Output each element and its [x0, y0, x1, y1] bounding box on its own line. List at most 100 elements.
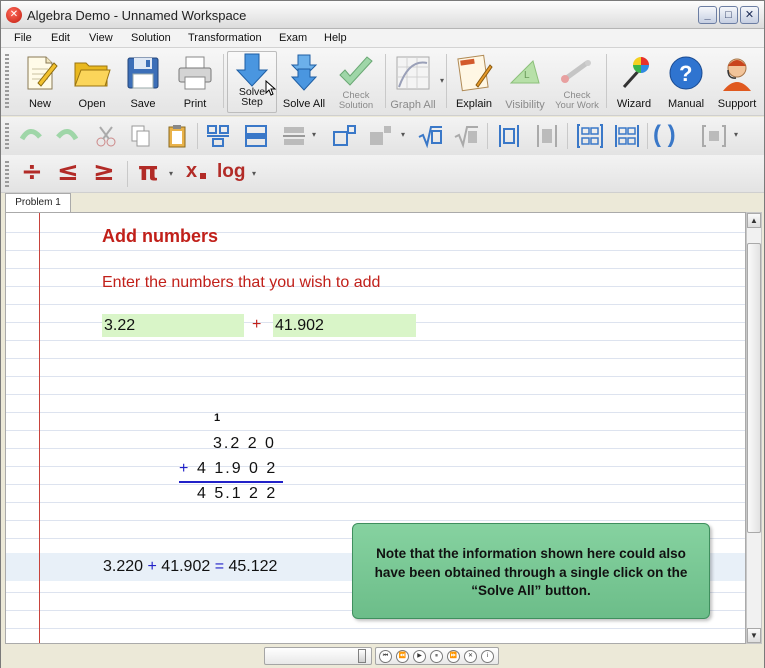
check-work-label-1: Check: [563, 90, 591, 101]
print-button[interactable]: Print: [172, 51, 218, 113]
matrix-icon[interactable]: [577, 123, 603, 149]
check-solution-button[interactable]: Check Solution: [332, 51, 380, 113]
minimize-button[interactable]: _: [698, 6, 717, 24]
parentheses-button[interactable]: ( ): [653, 121, 676, 149]
help-question-icon: ?: [669, 56, 703, 90]
scroll-thumb[interactable]: [747, 243, 761, 533]
power-icon[interactable]: [331, 123, 357, 149]
toolbar-grip[interactable]: [5, 161, 9, 187]
determinant-icon[interactable]: [614, 123, 640, 149]
graph-dropdown-icon[interactable]: ▾: [440, 76, 444, 85]
step-slider[interactable]: [264, 647, 372, 665]
explain-label: Explain: [455, 98, 493, 110]
toolbar-separator: [567, 123, 568, 149]
toolbar-separator: [647, 123, 648, 149]
result-plus: +: [147, 558, 157, 575]
scroll-down-button[interactable]: ▼: [747, 628, 761, 643]
graph-all-button[interactable]: Graph All ▾: [388, 51, 444, 113]
explain-document-icon: [457, 54, 493, 92]
menu-help[interactable]: Help: [324, 32, 347, 44]
check-work-label-2: Your Work: [555, 100, 599, 111]
vertical-scrollbar[interactable]: ▲ ▼: [746, 212, 762, 644]
dropdown-icon[interactable]: ▾: [312, 130, 316, 139]
second-number-input[interactable]: 41.902: [273, 314, 416, 337]
menu-solution[interactable]: Solution: [131, 32, 171, 44]
step-slider-thumb[interactable]: [358, 649, 366, 663]
menu-exam[interactable]: Exam: [279, 32, 307, 44]
main-toolbar: New Open Save Print Solve Step Solve All…: [1, 48, 764, 116]
log-button[interactable]: log: [217, 161, 246, 183]
double-down-arrow-icon: [290, 54, 318, 91]
support-button[interactable]: Support: [713, 51, 761, 113]
explain-button[interactable]: Explain: [450, 51, 498, 113]
mouse-cursor-icon: [265, 80, 277, 96]
menu-file[interactable]: File: [14, 32, 32, 44]
close-button[interactable]: ✕: [740, 6, 759, 24]
menu-transformation[interactable]: Transformation: [188, 32, 262, 44]
first-step-icon[interactable]: ⏮: [379, 650, 392, 663]
divide-button[interactable]: ÷: [21, 157, 43, 187]
pi-button[interactable]: π: [138, 157, 159, 187]
redo-icon[interactable]: [54, 123, 80, 149]
division-layout-icon[interactable]: [281, 123, 307, 149]
toolbar-separator: [446, 54, 447, 108]
absolute-value-disabled-icon[interactable]: [534, 123, 560, 149]
scroll-up-button[interactable]: ▲: [747, 213, 761, 228]
previous-step-icon[interactable]: ⏪: [396, 650, 409, 663]
copy-icon[interactable]: [128, 123, 154, 149]
visibility-label: Visibility: [505, 99, 545, 111]
maximize-icon: □: [725, 9, 732, 21]
graph-icon: [396, 56, 430, 90]
new-label: New: [28, 98, 51, 110]
cut-icon[interactable]: [94, 123, 120, 149]
stacked-fraction-icon[interactable]: [243, 123, 269, 149]
play-icon[interactable]: ▶: [413, 650, 426, 663]
dropdown-icon[interactable]: ▾: [401, 130, 405, 139]
check-your-work-button[interactable]: Check Your Work: [552, 51, 602, 113]
solve-step-button[interactable]: Solve Step: [227, 51, 277, 113]
toolbar-separator: [197, 123, 198, 149]
solve-all-button[interactable]: Solve All: [280, 51, 328, 113]
stop-icon[interactable]: ✕: [464, 650, 477, 663]
fraction-icon[interactable]: [205, 123, 231, 149]
open-button[interactable]: Open: [69, 51, 115, 113]
subscript-x-button[interactable]: x: [186, 160, 197, 183]
tab-problem-1[interactable]: Problem 1: [5, 193, 71, 213]
less-equal-button[interactable]: ≤: [57, 157, 79, 187]
new-button[interactable]: New: [17, 51, 63, 113]
save-label: Save: [130, 98, 156, 110]
maximize-button[interactable]: □: [719, 6, 738, 24]
pause-icon[interactable]: ⏸: [430, 650, 443, 663]
solve-all-label: Solve All: [282, 98, 326, 110]
undo-icon[interactable]: [18, 123, 44, 149]
result-sum: 45.122: [228, 558, 278, 575]
dropdown-icon[interactable]: ▾: [734, 130, 738, 139]
dropdown-icon[interactable]: ▾: [169, 169, 173, 178]
nth-root-icon[interactable]: [453, 123, 479, 149]
check-solution-label-2: Solution: [338, 100, 374, 111]
tab-strip: Problem 1: [1, 193, 764, 213]
manual-button[interactable]: ? Manual: [662, 51, 710, 113]
bracket-icon[interactable]: [701, 123, 727, 149]
dropdown-icon[interactable]: ▾: [252, 169, 256, 178]
app-icon[interactable]: ✕: [6, 7, 22, 23]
square-root-icon[interactable]: [417, 123, 443, 149]
solve-step-label-2: Step: [241, 96, 263, 108]
paste-icon[interactable]: [164, 123, 190, 149]
toolbar-separator: [385, 54, 386, 108]
menu-edit[interactable]: Edit: [51, 32, 70, 44]
next-step-icon[interactable]: ⏩: [447, 650, 460, 663]
absolute-value-icon[interactable]: [496, 123, 522, 149]
toolbar-grip[interactable]: [5, 123, 9, 149]
menu-view[interactable]: View: [89, 32, 113, 44]
graph-all-label: Graph All: [390, 99, 436, 111]
visibility-button[interactable]: L Visibility: [501, 51, 549, 113]
wizard-button[interactable]: Wizard: [610, 51, 658, 113]
window-title: Algebra Demo - Unnamed Workspace: [27, 8, 247, 23]
greater-equal-button[interactable]: ≥: [93, 157, 115, 187]
subscript-icon[interactable]: [367, 123, 393, 149]
toolbar-grip[interactable]: [5, 54, 9, 110]
save-button[interactable]: Save: [120, 51, 166, 113]
first-number-input[interactable]: 3.22: [102, 314, 244, 337]
info-icon[interactable]: i: [481, 650, 494, 663]
